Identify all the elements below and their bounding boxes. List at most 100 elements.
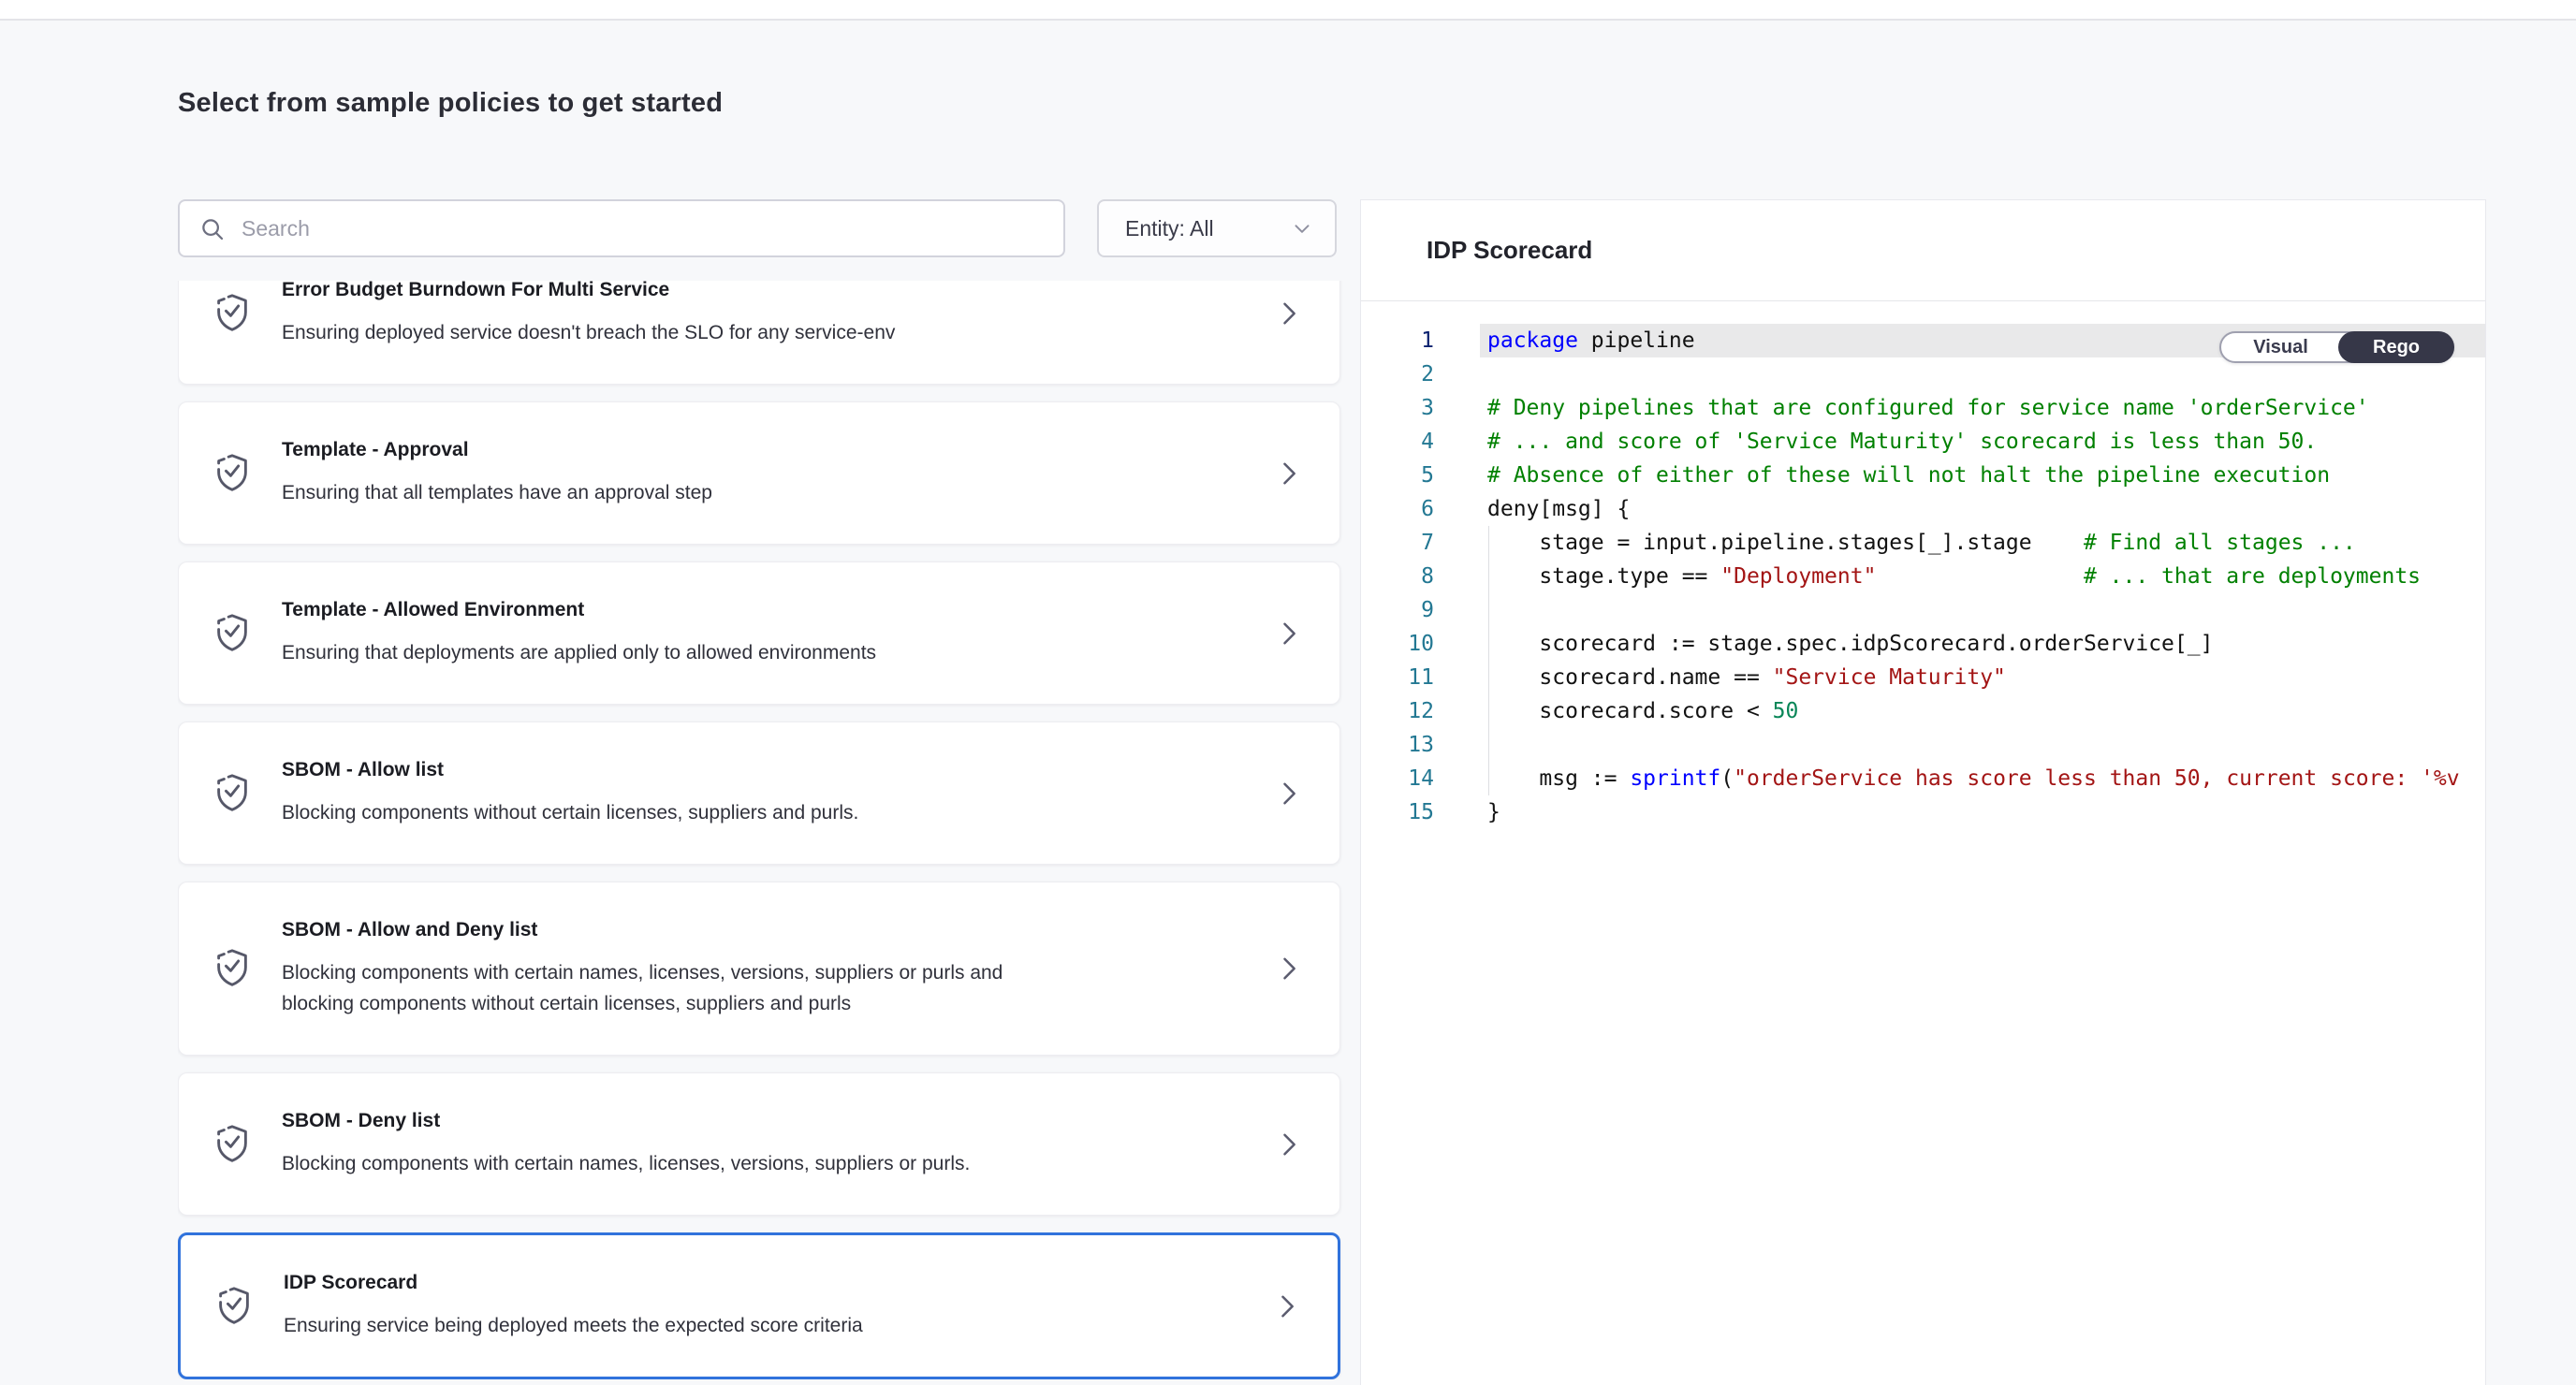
policy-title: Template - Allowed Environment — [282, 598, 1276, 622]
line-number: 15 — [1361, 795, 1480, 829]
code-line: 11 scorecard.name == "Service Maturity" — [1361, 661, 2485, 694]
line-number: 1 — [1361, 324, 1480, 357]
chevron-down-icon — [1290, 216, 1314, 241]
line-number: 2 — [1361, 357, 1480, 391]
policy-card-text: SBOM - Allow list Blocking components wi… — [282, 758, 1276, 828]
policy-title: SBOM - Allow list — [282, 758, 1276, 782]
line-number: 5 — [1361, 459, 1480, 492]
code-token: ( — [1720, 766, 1734, 791]
policy-card-text: SBOM - Allow and Deny list Blocking comp… — [282, 918, 1276, 1019]
line-content: stage.type == "Deployment" # ... that ar… — [1480, 560, 2485, 593]
code-token: stage = input.pipeline.stages[_].stage — [1487, 531, 2084, 555]
search-input[interactable] — [242, 201, 1046, 255]
code-token: sprintf — [1630, 766, 1720, 791]
shield-check-icon — [211, 290, 254, 337]
toggle-rego-button[interactable]: Rego — [2338, 331, 2454, 363]
shield-check-icon — [211, 1121, 254, 1168]
page-title: Select from sample policies to get start… — [178, 88, 723, 119]
code-line: 10 scorecard := stage.spec.idpScorecard.… — [1361, 627, 2485, 661]
chevron-right-icon[interactable] — [1276, 458, 1302, 489]
shield-check-icon — [211, 610, 254, 657]
code-line: 12 scorecard.score < 50 — [1361, 694, 2485, 728]
code-line: 6 deny[msg] { — [1361, 492, 2485, 526]
code-line: 14 msg := sprintf("orderService has scor… — [1361, 762, 2485, 795]
toggle-visual-button[interactable]: Visual — [2221, 333, 2340, 361]
code-token: 50 — [1773, 699, 1799, 723]
policy-card[interactable]: IDP Scorecard Ensuring service being dep… — [178, 1232, 1340, 1379]
code-editor[interactable]: 1 package pipeline 2 3 # Deny pipelines … — [1361, 302, 2485, 1385]
chevron-right-icon[interactable] — [1276, 298, 1302, 329]
line-number: 10 — [1361, 627, 1480, 661]
policy-description: Blocking components without certain lice… — [282, 797, 1031, 828]
policy-card-text: IDP Scorecard Ensuring service being dep… — [284, 1271, 1274, 1341]
code-line: 5 # Absence of either of these will not … — [1361, 459, 2485, 492]
code-line: 4 # ... and score of 'Service Maturity' … — [1361, 425, 2485, 459]
code-token: msg := — [1487, 766, 1630, 791]
shield-check-icon — [212, 1283, 256, 1330]
chevron-right-icon[interactable] — [1276, 1129, 1302, 1160]
policy-title: SBOM - Deny list — [282, 1109, 1276, 1133]
policy-title: SBOM - Allow and Deny list — [282, 918, 1276, 942]
code-token: # ... and score of 'Service Maturity' sc… — [1487, 430, 2317, 454]
policy-description: Ensuring that deployments are applied on… — [282, 637, 1031, 668]
shield-check-icon — [211, 770, 254, 817]
search-box — [178, 199, 1065, 257]
chevron-right-icon[interactable] — [1276, 618, 1302, 649]
code-line: 3 # Deny pipelines that are configured f… — [1361, 391, 2485, 425]
shield-check-icon — [211, 945, 254, 992]
line-content: } — [1480, 795, 2485, 829]
line-number: 8 — [1361, 560, 1480, 593]
code-token: "orderService has score less than 50, cu… — [1734, 766, 2459, 791]
code-token: scorecard.score < — [1487, 699, 1773, 723]
policy-card[interactable]: SBOM - Allow and Deny list Blocking comp… — [178, 882, 1340, 1056]
policy-card[interactable]: Template - Approval Ensuring that all te… — [178, 401, 1340, 545]
policy-list[interactable]: Error Budget Burndown For Multi Service … — [178, 281, 1344, 1379]
line-content: # ... and score of 'Service Maturity' sc… — [1480, 425, 2485, 459]
policy-card[interactable]: Template - Allowed Environment Ensuring … — [178, 561, 1340, 705]
line-number: 3 — [1361, 391, 1480, 425]
chevron-right-icon[interactable] — [1274, 1290, 1300, 1322]
policy-card[interactable]: Error Budget Burndown For Multi Service … — [178, 281, 1340, 385]
line-content: scorecard := stage.spec.idpScorecard.ord… — [1480, 627, 2485, 661]
code-token: # Find all stages ... — [2084, 531, 2356, 555]
line-content: deny[msg] { — [1480, 492, 2485, 526]
code-token: pipeline — [1578, 328, 1695, 353]
policy-card[interactable]: SBOM - Allow list Blocking components wi… — [178, 722, 1340, 865]
code-token: "Service Maturity" — [1773, 665, 2006, 690]
view-toggle[interactable]: Visual Rego — [2219, 331, 2454, 363]
policy-card-text: Error Budget Burndown For Multi Service … — [282, 281, 1276, 348]
chevron-right-icon[interactable] — [1276, 953, 1302, 984]
code-token: # Deny pipelines that are configured for… — [1487, 396, 2369, 420]
policy-description: Blocking components with certain names, … — [282, 957, 1031, 1019]
line-number: 11 — [1361, 661, 1480, 694]
code-token: } — [1487, 800, 1500, 824]
policy-card[interactable]: SBOM - Deny list Blocking components wit… — [178, 1072, 1340, 1216]
line-content: # Absence of either of these will not ha… — [1480, 459, 2485, 492]
policy-description: Ensuring that all templates have an appr… — [282, 477, 1031, 508]
policy-title: Error Budget Burndown For Multi Service — [282, 281, 1276, 302]
policy-description: Ensuring deployed service doesn't breach… — [282, 317, 1031, 348]
code-token: scorecard.name == — [1487, 665, 1773, 690]
entity-filter-label: Entity: All — [1125, 216, 1290, 241]
line-content — [1480, 728, 2485, 762]
code-token: deny[msg] { — [1487, 497, 1630, 521]
line-number: 4 — [1361, 425, 1480, 459]
line-number: 12 — [1361, 694, 1480, 728]
code-line: 8 stage.type == "Deployment" # ... that … — [1361, 560, 2485, 593]
chevron-right-icon[interactable] — [1276, 778, 1302, 809]
code-token: # ... that are deployments — [2084, 564, 2421, 589]
code-token: stage.type == — [1487, 564, 1720, 589]
line-content: scorecard.score < 50 — [1480, 694, 2485, 728]
line-content: stage = input.pipeline.stages[_].stage #… — [1480, 526, 2485, 560]
line-number: 6 — [1361, 492, 1480, 526]
line-number: 14 — [1361, 762, 1480, 795]
entity-filter-dropdown[interactable]: Entity: All — [1097, 199, 1337, 257]
line-content: # Deny pipelines that are configured for… — [1480, 391, 2485, 425]
code-token: "Deployment" — [1720, 564, 1876, 589]
policy-card-text: Template - Allowed Environment Ensuring … — [282, 598, 1276, 668]
detail-title: IDP Scorecard — [1427, 236, 1592, 265]
code-line: 9 — [1361, 593, 2485, 627]
top-bar — [0, 0, 2576, 21]
code-lines: 1 package pipeline 2 3 # Deny pipelines … — [1361, 324, 2485, 829]
policy-title: IDP Scorecard — [284, 1271, 1274, 1295]
